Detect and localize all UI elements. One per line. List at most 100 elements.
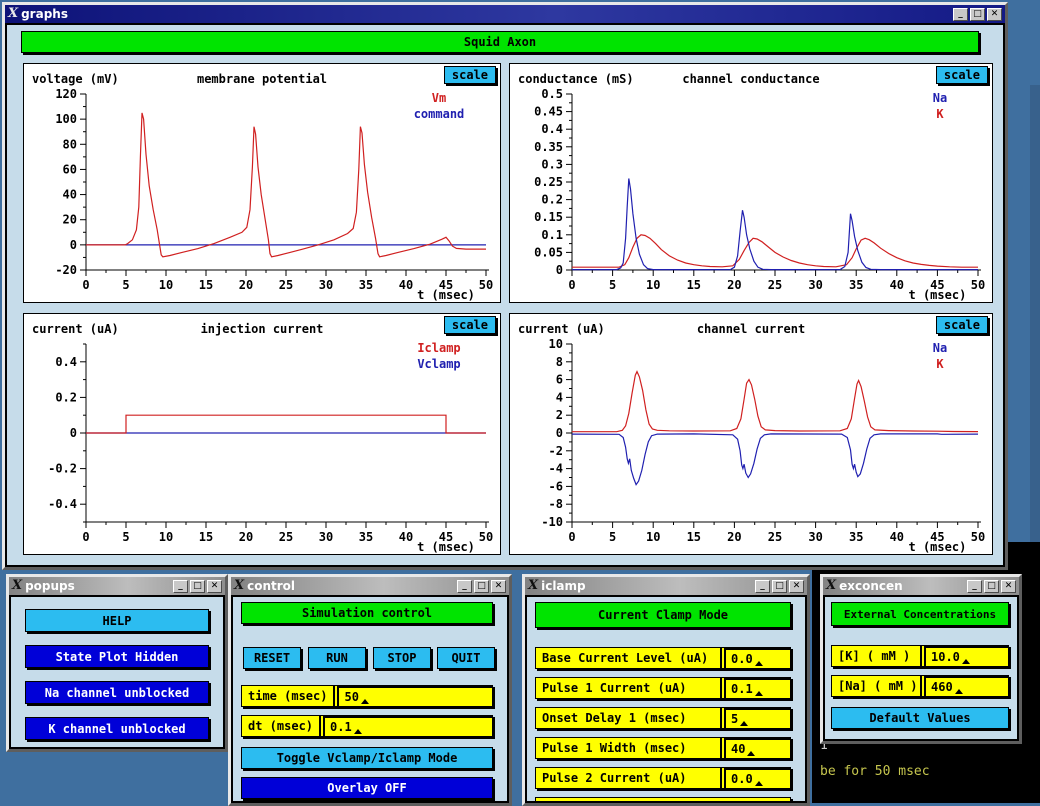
x11-logo-icon: X — [234, 579, 244, 593]
minimize-button[interactable]: _ — [173, 580, 188, 593]
onset-delay-field-value[interactable]: 5 — [726, 708, 790, 728]
state-plot-button[interactable]: State Plot Hidden — [25, 645, 209, 668]
svg-text:40: 40 — [890, 530, 904, 544]
svg-text:t (msec): t (msec) — [417, 288, 475, 302]
scale-button[interactable]: scale — [444, 316, 496, 334]
text-cursor — [354, 729, 362, 734]
pulse2-current-field-value[interactable]: 0.0 — [726, 768, 790, 788]
close-button[interactable]: ✕ — [491, 580, 506, 593]
minimize-button[interactable]: _ — [755, 580, 770, 593]
scale-button[interactable]: scale — [936, 316, 988, 334]
na-concentration-field-row: [Na] ( mM ) 460 — [831, 675, 1009, 697]
x11-logo-icon: X — [826, 579, 836, 593]
field-label: Base Current Level (uA) — [536, 651, 720, 665]
svg-text:t (msec): t (msec) — [909, 540, 967, 554]
svg-text:0.05: 0.05 — [534, 245, 563, 259]
maximize-button[interactable]: □ — [474, 580, 489, 593]
svg-text:0: 0 — [82, 278, 89, 292]
close-button[interactable]: ✕ — [987, 8, 1002, 21]
k-channel-block-button[interactable]: K channel unblocked — [25, 717, 209, 740]
reset-button[interactable]: RESET — [243, 647, 301, 669]
terminal-line: be for 50 msec — [820, 764, 930, 779]
overlay-button[interactable]: Overlay OFF — [241, 777, 493, 799]
plot-title: membrane potential — [94, 72, 430, 86]
help-button[interactable]: HELP — [25, 609, 209, 632]
svg-text:0: 0 — [70, 238, 77, 252]
svg-text:35: 35 — [359, 278, 373, 292]
svg-text:30: 30 — [319, 278, 333, 292]
svg-text:40: 40 — [63, 188, 77, 202]
svg-text:0.4: 0.4 — [55, 355, 77, 369]
close-button[interactable]: ✕ — [789, 580, 804, 593]
scale-button[interactable]: scale — [444, 66, 496, 84]
quit-button[interactable]: QUIT — [437, 647, 495, 669]
svg-text:5: 5 — [609, 530, 616, 544]
svg-text:-4: -4 — [549, 462, 563, 476]
minimize-button[interactable]: _ — [457, 580, 472, 593]
svg-text:t (msec): t (msec) — [909, 288, 967, 302]
svg-text:0.15: 0.15 — [534, 210, 563, 224]
svg-text:100: 100 — [55, 112, 77, 126]
series-Iclamp — [86, 415, 486, 433]
svg-text:35: 35 — [359, 530, 373, 544]
minimize-button[interactable]: _ — [967, 580, 982, 593]
scale-button[interactable]: scale — [936, 66, 988, 84]
svg-text:6: 6 — [556, 373, 563, 387]
base-current-field-value[interactable]: 0.0 — [726, 648, 790, 668]
svg-text:30: 30 — [808, 530, 822, 544]
svg-text:10: 10 — [159, 278, 173, 292]
maximize-button[interactable]: □ — [190, 580, 205, 593]
field-value-text: 460 — [931, 680, 953, 694]
na-channel-block-button[interactable]: Na channel unblocked — [25, 681, 209, 704]
k-concentration-field-value[interactable]: 10.0 — [926, 646, 1008, 666]
graphs-window: X graphs _ □ ✕ Squid Axon voltage (mV) m… — [2, 2, 1008, 570]
svg-text:15: 15 — [199, 278, 213, 292]
maximize-button[interactable]: □ — [984, 580, 999, 593]
svg-text:5: 5 — [122, 278, 129, 292]
pulse1-current-field-value[interactable]: 0.1 — [726, 678, 790, 698]
close-button[interactable]: ✕ — [1001, 580, 1016, 593]
series-K — [572, 372, 978, 432]
svg-text:35: 35 — [849, 530, 863, 544]
maximize-button[interactable]: □ — [772, 580, 787, 593]
exconcen-titlebar[interactable]: X exconcen _ □ ✕ — [823, 577, 1019, 595]
minimize-button[interactable]: _ — [953, 8, 968, 21]
text-cursor — [955, 689, 963, 694]
membrane-potential-plot: voltage (mV) membrane potential scale Vm… — [23, 63, 501, 303]
svg-text:20: 20 — [239, 278, 253, 292]
pulse1-current-field-row: Pulse 1 Current (uA) 0.1 — [535, 677, 791, 699]
na-concentration-field-value[interactable]: 460 — [926, 676, 1008, 696]
iclamp-titlebar[interactable]: X iclamp _ □ ✕ — [525, 577, 807, 595]
toggle-clamp-mode-button[interactable]: Toggle Vclamp/Iclamp Mode — [241, 747, 493, 769]
legend-entry: Na — [912, 90, 968, 106]
dt-field-value[interactable]: 0.1 — [325, 716, 492, 736]
text-cursor — [740, 721, 748, 726]
control-titlebar[interactable]: X control _ □ ✕ — [231, 577, 509, 595]
maximize-button[interactable]: □ — [970, 8, 985, 21]
svg-text:t (msec): t (msec) — [417, 540, 475, 554]
popups-titlebar[interactable]: X popups _ □ ✕ — [9, 577, 225, 595]
svg-text:0: 0 — [70, 426, 77, 440]
background-window-edge — [1030, 85, 1040, 542]
svg-text:20: 20 — [239, 530, 253, 544]
legend-entry: K — [912, 356, 968, 372]
text-cursor — [755, 691, 763, 696]
popups-content: HELP State Plot Hidden Na channel unbloc… — [9, 595, 225, 749]
run-button[interactable]: RUN — [308, 647, 366, 669]
svg-text:25: 25 — [768, 530, 782, 544]
graphs-titlebar[interactable]: X graphs _ □ ✕ — [5, 5, 1005, 23]
time-field-value[interactable]: 50 — [339, 686, 492, 706]
close-button[interactable]: ✕ — [207, 580, 222, 593]
k-concentration-field-row: [K] ( mM ) 10.0 — [831, 645, 1009, 667]
svg-text:0: 0 — [556, 263, 563, 277]
svg-text:25: 25 — [768, 278, 782, 292]
default-values-button[interactable]: Default Values — [831, 707, 1009, 729]
svg-text:20: 20 — [727, 530, 741, 544]
svg-text:10: 10 — [646, 278, 660, 292]
field-label: dt (msec) — [242, 719, 319, 733]
field-label: Pulse 1 Current (uA) — [536, 681, 720, 695]
pulse2-current-field-row: Pulse 2 Current (uA) 0.0 — [535, 767, 791, 789]
iclamp-content: Current Clamp Mode Base Current Level (u… — [525, 595, 807, 803]
stop-button[interactable]: STOP — [373, 647, 431, 669]
pulse1-width-field-value[interactable]: 40 — [726, 738, 790, 758]
